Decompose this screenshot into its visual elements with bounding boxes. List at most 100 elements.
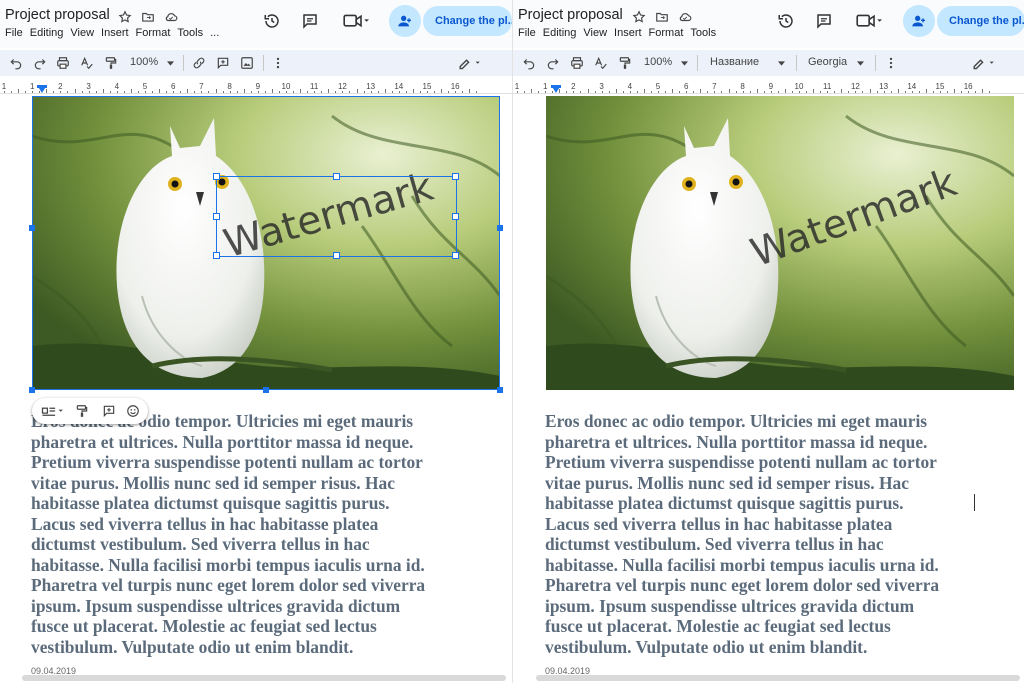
resize-handle[interactable] [333,252,340,259]
menu-edit[interactable]: Editing [30,27,64,39]
ruler-number: 11 [310,82,319,91]
body-paragraph[interactable]: Eros donec ac odio tempor. Ultricies mi … [545,411,1024,657]
more-vert-icon[interactable] [885,56,897,70]
image-resize-handle[interactable] [497,225,503,231]
undo-icon[interactable] [9,56,23,70]
menu-view[interactable]: View [583,27,607,39]
cloud-status-icon[interactable] [164,10,178,24]
spellcheck-icon[interactable] [594,56,608,70]
edit-mode-pencil-icon[interactable] [971,56,997,70]
undo-icon[interactable] [522,56,536,70]
redo-icon[interactable] [546,56,560,70]
image-resize-handle[interactable] [497,387,503,393]
comments-icon[interactable] [815,12,833,30]
spellcheck-icon[interactable] [80,56,94,70]
zoom-select[interactable]: 100% [644,56,672,68]
owl-photo[interactable]: Watermark [32,96,500,390]
resize-handle[interactable] [452,173,459,180]
text-line: Lacus sed viverra tellus in hac habitass… [545,513,893,534]
print-icon[interactable] [56,56,70,70]
owl-photo[interactable]: Watermark [546,96,1014,390]
ruler-number: 5 [142,82,148,91]
menu-edit[interactable]: Editing [543,27,577,39]
history-icon[interactable] [263,12,281,30]
image-resize-handle[interactable] [263,387,269,393]
ruler-tick [672,89,674,93]
ruler-number: 14 [907,82,917,91]
more-vert-icon[interactable] [272,56,284,70]
folder-move-icon[interactable] [141,10,155,24]
star-icon[interactable] [118,10,132,24]
image-resize-handle[interactable] [29,387,35,393]
comments-icon[interactable] [301,12,319,30]
text-line: habitasse. Nulla facilisi morbi tempus i… [31,554,425,575]
change-plan-button[interactable]: Change the pl... [937,6,1024,36]
menu-file[interactable]: File [5,27,23,39]
video-call-icon[interactable] [856,13,884,29]
star-icon[interactable] [632,10,646,24]
resize-handle[interactable] [213,213,220,220]
ruler-tick [250,91,252,93]
ruler-number: 1 [514,82,520,91]
menu-insert[interactable]: Insert [614,27,642,39]
share-button[interactable] [903,5,935,37]
ruler-tick [834,91,836,93]
resize-handle[interactable] [452,252,459,259]
add-comment-icon[interactable] [102,404,116,418]
paint-format-icon[interactable] [104,56,118,70]
insert-image-icon[interactable] [240,56,254,70]
ruler-tick [538,91,540,93]
doc-title[interactable]: Project proposal [5,7,110,23]
horizontal-ruler[interactable]: 1 1 2 3 4 5 6 7 8 9 10 11 12 13 14 15 16 [513,80,1024,94]
change-plan-button[interactable]: Change the pl... [423,6,512,36]
share-person-icon [912,15,925,27]
horizontal-ruler[interactable]: 1 1 2 3 4 5 6 7 8 9 10 11 12 13 14 15 16 [0,80,512,94]
ruler-number: 12 [850,82,860,91]
history-icon[interactable] [777,12,795,30]
horizontal-scrollbar[interactable] [22,675,506,681]
resize-handle[interactable] [452,213,459,220]
print-icon[interactable] [570,56,584,70]
menu-tools[interactable]: Tools [177,27,203,39]
font-family-select[interactable]: Georgia [808,56,847,68]
ruler-tick [552,91,554,93]
watermark-selection-box[interactable] [213,173,459,259]
ruler-tick [707,91,709,93]
zoom-select[interactable]: 100% [130,56,158,68]
redo-icon[interactable] [33,56,47,70]
text-line: vitae purus. Mollis nunc sed id semper r… [545,472,909,493]
wrap-text-icon[interactable] [41,404,65,418]
insert-link-icon[interactable] [192,56,206,70]
share-button[interactable] [389,5,421,37]
resize-handle[interactable] [213,173,220,180]
add-comment-icon[interactable] [216,56,230,70]
menu-more[interactable]: ... [210,27,219,39]
menu-format[interactable]: Format [649,27,684,39]
ruler-tick [658,91,659,93]
ruler-number: 7 [712,82,717,91]
resize-handle[interactable] [333,173,340,180]
text-line: vestibulum. Vulputate odio ut enim bland… [545,636,868,657]
ruler-tick [356,89,358,93]
menu-file[interactable]: File [518,27,536,39]
cloud-status-icon[interactable] [678,10,692,24]
ruler-tick [517,91,518,93]
menu-tools[interactable]: Tools [690,27,716,39]
image-resize-handle[interactable] [29,225,35,231]
edit-mode-pencil-icon[interactable] [457,56,483,70]
toolbar-divider [875,55,876,71]
menu-insert[interactable]: Insert [101,27,129,39]
menu-format[interactable]: Format [136,27,171,39]
ruler-tick [650,91,652,93]
video-call-icon[interactable] [343,13,371,29]
folder-move-icon[interactable] [655,10,669,24]
paint-format-icon[interactable] [75,404,89,418]
resize-handle[interactable] [213,252,220,259]
paragraph-style-select[interactable]: Название [710,56,759,68]
doc-title[interactable]: Project proposal [518,7,623,23]
horizontal-scrollbar[interactable] [536,675,1020,681]
emoji-icon[interactable] [126,404,140,418]
body-paragraph[interactable]: Eros donec ac odio tempor. Ultricies mi … [31,411,511,657]
paint-format-icon[interactable] [618,56,632,70]
menu-view[interactable]: View [70,27,94,39]
